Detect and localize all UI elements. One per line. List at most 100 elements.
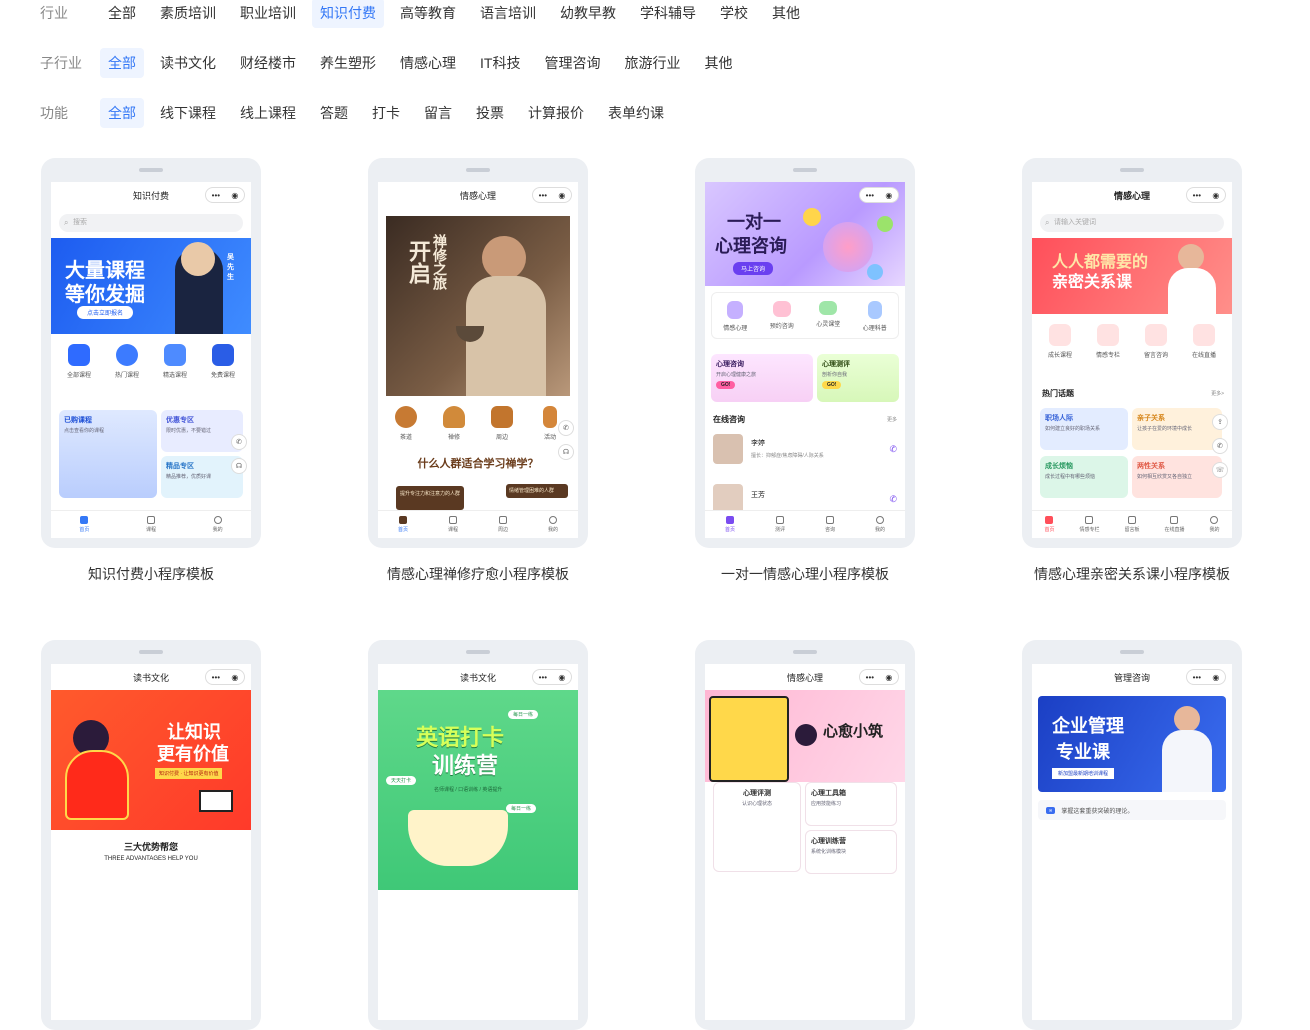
filter-option[interactable]: 高等教育 [392,0,464,28]
mini-tab[interactable]: 我的 [1209,516,1220,533]
filter-option-selected[interactable]: 全部 [100,98,144,128]
nav-icon-item[interactable]: 心理科普 [853,301,897,332]
phone-preview[interactable]: 情感心理 ••• ◉ 请输入关键词 人人都需要的 亲密关系课 成长课程 情感专栏 … [1022,158,1242,548]
nav-icon-item[interactable]: 预约咨询 [760,301,804,332]
filter-option[interactable]: 答题 [312,98,356,128]
filter-option-selected[interactable]: 知识付费 [312,0,384,28]
mini-tab[interactable]: 课程 [146,516,156,533]
banner-line: 心理咨询 [715,236,787,256]
phone-preview[interactable]: 读书文化 ••• ◉ 让知识 更有价值 知识付费 · 让知识更有价值 三大优势帮您… [41,640,261,1030]
feature-subtitle: 认识心理状态 [741,801,772,807]
filter-option[interactable]: 线上课程 [232,98,304,128]
filter-option[interactable]: 财经楼市 [232,48,304,78]
phone-icon[interactable]: ✆ [1212,438,1228,454]
phone-preview[interactable]: ••• ◉ 一对一 心理咨询 马上咨询 情感心理 预约咨询 心灵课堂 心理科普 [695,158,915,548]
template-title[interactable]: 知识付费小程序模板 [41,564,261,584]
nav-icon-item[interactable]: 热门课程 [105,344,149,379]
nav-icon-item[interactable]: 茶道 [384,406,428,441]
mini-tab[interactable]: 我的 [213,516,223,533]
filter-option-selected[interactable]: 全部 [100,48,144,78]
template-title[interactable]: 情感心理禅修疗愈小程序模板 [368,564,588,584]
filter-option[interactable]: 表单约课 [600,98,672,128]
feature-box[interactable]: 心理评测 认识心理状态 [713,782,801,872]
headset-icon[interactable]: ☊ [558,444,574,460]
nav-icon-item[interactable]: 在线直播 [1182,324,1226,359]
nav-icon-item[interactable]: 禅修 [432,406,476,441]
icon-label: 预约咨询 [769,324,794,330]
mini-tab[interactable]: 情感专栏 [1079,516,1100,533]
phone-preview[interactable]: 管理咨询 ••• ◉ 企业管理 专业课 新加盟最新期培训课程 ✉ 掌握这套重获突破… [1022,640,1242,1030]
topic-box[interactable]: 成长烦恼 成长过程中有哪些烦恼 [1040,456,1128,498]
promo-box[interactable]: 心理测评 剖析你自我 GO! [817,354,899,402]
mini-tab[interactable]: 周边 [498,516,508,533]
nav-icon-item[interactable]: 周边 [480,406,524,441]
template-title[interactable]: 情感心理亲密关系课小程序模板 [1022,564,1242,584]
filter-option[interactable]: 情感心理 [392,48,464,78]
topic-box[interactable]: 两性关系 如何相互欣赏又各自独立 [1132,456,1222,498]
topic-box[interactable]: 职场人际 如何建立良好的职场关系 [1040,408,1128,450]
topic-box[interactable]: 亲子关系 让孩子在爱的环境中成长 [1132,408,1222,450]
filter-option[interactable]: 全部 [100,0,144,28]
nav-icon-item[interactable]: 全部课程 [57,344,101,379]
nav-icon-item[interactable]: 免费课程 [201,344,245,379]
promo-box[interactable]: 优惠专区 限时优惠，不要错过 [161,410,243,452]
filter-option[interactable]: 线下课程 [152,98,224,128]
more-link[interactable]: 更多> [1211,390,1224,397]
mini-tab[interactable]: 留言板 [1124,516,1140,533]
phone-icon[interactable]: ✆ [231,434,247,450]
phone-icon[interactable]: ✆ [889,444,897,455]
filter-option[interactable]: 投票 [468,98,512,128]
filter-option[interactable]: 学校 [712,0,756,28]
feature-box[interactable]: 心理训练营 系统化训练模块 [805,830,897,874]
mini-tab[interactable]: 首页 [725,516,735,533]
mini-tab[interactable]: 课程 [448,516,458,533]
chat-icon[interactable]: ☏ [1212,462,1228,478]
nav-icon-item[interactable]: 情感专栏 [1086,324,1130,359]
nav-icon-item[interactable]: 情感心理 [713,301,757,332]
phone-icon[interactable]: ✆ [558,420,574,436]
phone-preview[interactable]: 情感心理 ••• ◉ 心愈小筑 心理评测 认识心理状态 心理工具箱 应用技能练习 心理… [695,640,915,1030]
phone-preview[interactable]: 知识付费 ••• ◉ 搜索 大量课程 等你发掘 点击立即报名 吴先生 全部课程 热… [41,158,261,548]
filter-option[interactable]: 语言培训 [472,0,544,28]
filter-option[interactable]: 读书文化 [152,48,224,78]
filter-option[interactable]: 旅游行业 [616,48,688,78]
filter-option[interactable]: 其他 [764,0,808,28]
mini-tab[interactable]: 首页 [79,516,89,533]
phone-preview[interactable]: 读书文化 ••• ◉ 每日一练 英语打卡 训练营 名师课程 / 口语训练 / 英语… [368,640,588,1030]
nav-icon-item[interactable]: 留言咨询 [1134,324,1178,359]
template-title[interactable]: 一对一情感心理小程序模板 [695,564,915,584]
headset-icon[interactable]: ☊ [231,458,247,474]
filter-option[interactable]: 素质培训 [152,0,224,28]
filter-option[interactable]: 计算报价 [520,98,592,128]
promo-box[interactable]: 已购课程 点击查看你的课程 [59,410,157,498]
mini-tab[interactable]: 首页 [1044,516,1055,533]
smile-icon [803,208,821,226]
phone-preview[interactable]: 情感心理 ••• ◉ 开启 禅修之旅 茶道 禅修 周边 活动 什么人群适合学习禅学… [368,158,588,548]
filter-option[interactable]: 幼教早教 [552,0,624,28]
nav-icon-item[interactable]: 成长课程 [1038,324,1082,359]
nav-icon-item[interactable]: 精选课程 [153,344,197,379]
bookmark-icon [212,344,234,366]
phone-icon[interactable]: ✆ [889,494,897,505]
filter-option[interactable]: 其他 [696,48,740,78]
filter-option[interactable]: 留言 [416,98,460,128]
mini-tab[interactable]: 我的 [875,516,885,533]
more-link[interactable]: 更多 [887,416,897,423]
notice-bar[interactable]: ✉ 掌握这套重获突破的理论。 [1038,800,1226,820]
filter-option[interactable]: 养生塑形 [312,48,384,78]
filter-option[interactable]: 打卡 [364,98,408,128]
mini-tab[interactable]: 首页 [398,516,408,533]
share-icon[interactable]: ⇪ [1212,414,1228,430]
filter-option[interactable]: 职业培训 [232,0,304,28]
promo-box[interactable]: 心理咨询 开启心理健康之旅 GO! [711,354,813,402]
mini-tab[interactable]: 测评 [775,516,785,533]
feature-box[interactable]: 心理工具箱 应用技能练习 [805,782,897,826]
filter-option[interactable]: 管理咨询 [536,48,608,78]
filter-option[interactable]: 学科辅导 [632,0,704,28]
mini-tab[interactable]: 在线直播 [1164,516,1185,533]
mini-tab[interactable]: 我的 [548,516,558,533]
nav-icon-item[interactable]: 心灵课堂 [806,301,850,332]
mini-tab[interactable]: 咨询 [825,516,835,533]
filter-option[interactable]: IT科技 [472,48,528,78]
promo-subtitle: 点击查看你的课程 [64,428,105,434]
